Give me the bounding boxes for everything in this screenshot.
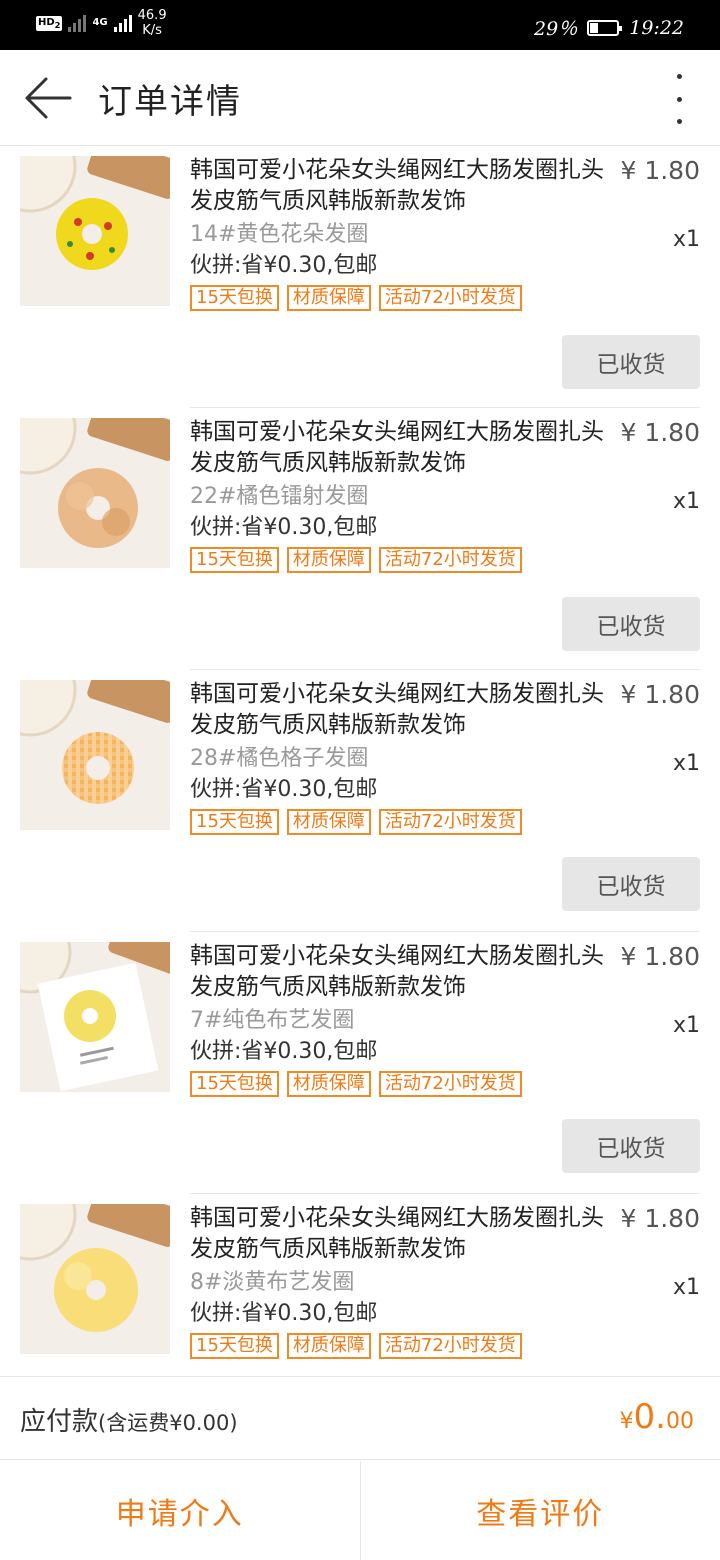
product-title[interactable]: 韩国可爱小花朵女头绳网红大肠发圈扎头发皮筋气质风韩版新款发饰 <box>190 155 622 217</box>
network-speed: 46.9 K/s <box>138 8 167 38</box>
service-tags: 15天包换 材质保障 活动72小时发货 <box>190 1333 700 1359</box>
group-deal-info: 伙拼:省¥0.30,包邮 <box>190 1039 378 1064</box>
hd-label: HD <box>38 16 55 28</box>
shipping-note: (含运费¥0.00) <box>98 1411 238 1435</box>
app-header: 订单详情 <box>0 50 720 146</box>
product-thumbnail[interactable] <box>20 418 170 568</box>
item-divider <box>190 669 700 670</box>
received-button[interactable]: 已收货 <box>562 335 700 389</box>
service-tag: 活动72小时发货 <box>378 1071 522 1097</box>
battery-percent: 29％ <box>534 18 578 40</box>
service-tag: 活动72小时发货 <box>378 1333 522 1359</box>
product-quantity: x1 <box>672 227 700 252</box>
group-deal-info: 伙拼:省¥0.30,包邮 <box>190 515 378 540</box>
product-info: 韩国可爱小花朵女头绳网红大肠发圈扎头发皮筋气质风韩版新款发饰 ¥ 1.80 8#… <box>190 1203 700 1359</box>
status-left: HD2 4G 46.9 K/s <box>36 8 167 38</box>
product-variant: 14#黄色花朵发圈 <box>190 222 369 247</box>
group-deal-info: 伙拼:省¥0.30,包邮 <box>190 777 378 802</box>
product-quantity: x1 <box>672 1275 700 1300</box>
orange-plaid-scrunchie-photo-icon <box>20 680 170 830</box>
service-tag: 15天包换 <box>190 1071 279 1097</box>
bottom-action-bar: 申请介入 查看评价 <box>0 1461 720 1560</box>
product-thumbnail[interactable] <box>20 1204 170 1354</box>
service-tag: 材质保障 <box>286 285 371 311</box>
item-divider <box>190 1193 700 1194</box>
product-title[interactable]: 韩国可爱小花朵女头绳网红大肠发圈扎头发皮筋气质风韩版新款发饰 <box>190 679 622 741</box>
received-button[interactable]: 已收货 <box>562 597 700 651</box>
signal-icon-2 <box>113 14 132 32</box>
service-tag: 材质保障 <box>286 547 371 573</box>
service-tags: 15天包换 材质保障 活动72小时发货 <box>190 1071 700 1097</box>
more-options-icon[interactable] <box>674 74 684 124</box>
received-button[interactable]: 已收货 <box>562 1119 700 1173</box>
hd-badge: HD2 <box>36 15 63 31</box>
payment-label: 应付款(含运费¥0.00) <box>20 1401 238 1438</box>
service-tags: 15天包换 材质保障 活动72小时发货 <box>190 285 700 311</box>
product-title[interactable]: 韩国可爱小花朵女头绳网红大肠发圈扎头发皮筋气质风韩版新款发饰 <box>190 941 622 1003</box>
payment-total: ¥0.00 <box>620 1397 694 1437</box>
status-right: 29％ 19:22 <box>534 14 684 41</box>
group-deal-info: 伙拼:省¥0.30,包邮 <box>190 253 378 278</box>
status-bar: HD2 4G 46.9 K/s 29％ 19:22 <box>0 0 720 50</box>
product-info: 韩国可爱小花朵女头绳网红大肠发圈扎头发皮筋气质风韩版新款发饰 ¥ 1.80 7#… <box>190 941 700 1097</box>
service-tag: 材质保障 <box>286 1333 371 1359</box>
clock: 19:22 <box>629 16 684 39</box>
item-divider <box>190 931 700 932</box>
signal-icon-1 <box>68 14 87 32</box>
received-button[interactable]: 已收货 <box>562 857 700 911</box>
group-deal-info: 伙拼:省¥0.30,包邮 <box>190 1301 378 1326</box>
product-info: 韩国可爱小花朵女头绳网红大肠发圈扎头发皮筋气质风韩版新款发饰 ¥ 1.80 14… <box>190 155 700 311</box>
product-price: ¥ 1.80 <box>620 1204 700 1233</box>
page-title: 订单详情 <box>98 82 242 122</box>
service-tag: 15天包换 <box>190 1333 279 1359</box>
light-yellow-scrunchie-photo-icon <box>20 1204 170 1354</box>
service-tag: 活动72小时发货 <box>378 285 522 311</box>
item-divider <box>190 407 700 408</box>
product-variant: 28#橘色格子发圈 <box>190 746 369 771</box>
service-tag: 15天包换 <box>190 547 279 573</box>
service-tag: 15天包换 <box>190 285 279 311</box>
product-price: ¥ 1.80 <box>620 418 700 447</box>
service-tag: 15天包换 <box>190 809 279 835</box>
product-variant: 8#淡黄布艺发圈 <box>190 1270 355 1295</box>
service-tag: 活动72小时发货 <box>378 547 522 573</box>
product-title[interactable]: 韩国可爱小花朵女头绳网红大肠发圈扎头发皮筋气质风韩版新款发饰 <box>190 417 622 479</box>
product-thumbnail[interactable] <box>20 942 170 1092</box>
apply-intervention-button[interactable]: 申请介入 <box>0 1461 360 1560</box>
yellow-fabric-scrunchie-photo-icon <box>20 942 170 1092</box>
speed-unit: K/s <box>142 23 162 38</box>
yellow-flower-scrunchie-photo-icon <box>20 156 170 306</box>
total-decimal: 00 <box>666 1409 694 1434</box>
payment-label-text: 应付款 <box>20 1407 99 1437</box>
battery-icon <box>587 19 623 36</box>
orange-laser-scrunchie-photo-icon <box>20 418 170 568</box>
product-variant: 7#纯色布艺发圈 <box>190 1008 355 1033</box>
product-price: ¥ 1.80 <box>620 680 700 709</box>
speed-value: 46.9 <box>137 8 167 23</box>
total-integer: 0. <box>633 1397 666 1437</box>
view-review-button[interactable]: 查看评价 <box>359 1461 720 1560</box>
product-thumbnail[interactable] <box>20 680 170 830</box>
service-tag: 材质保障 <box>286 809 371 835</box>
payment-summary: 应付款(含运费¥0.00) ¥0.00 <box>0 1376 720 1460</box>
product-info: 韩国可爱小花朵女头绳网红大肠发圈扎头发皮筋气质风韩版新款发饰 ¥ 1.80 28… <box>190 679 700 835</box>
order-item-list[interactable]: 韩国可爱小花朵女头绳网红大肠发圈扎头发皮筋气质风韩版新款发饰 ¥ 1.80 14… <box>0 147 720 1375</box>
service-tag: 材质保障 <box>286 1071 371 1097</box>
product-quantity: x1 <box>672 489 700 514</box>
product-thumbnail[interactable] <box>20 156 170 306</box>
service-tag: 活动72小时发货 <box>378 809 522 835</box>
product-info: 韩国可爱小花朵女头绳网红大肠发圈扎头发皮筋气质风韩版新款发饰 ¥ 1.80 22… <box>190 417 700 573</box>
product-price: ¥ 1.80 <box>620 156 700 185</box>
service-tags: 15天包换 材质保障 活动72小时发货 <box>190 809 700 835</box>
hd-sub: 2 <box>54 19 61 30</box>
service-tags: 15天包换 材质保障 活动72小时发货 <box>190 547 700 573</box>
product-title[interactable]: 韩国可爱小花朵女头绳网红大肠发圈扎头发皮筋气质风韩版新款发饰 <box>190 1203 622 1265</box>
product-price: ¥ 1.80 <box>620 942 700 971</box>
product-variant: 22#橘色镭射发圈 <box>190 484 369 509</box>
total-currency: ¥ <box>619 1409 634 1434</box>
network-type: 4G <box>92 17 108 28</box>
back-arrow-icon[interactable] <box>24 76 72 120</box>
product-quantity: x1 <box>672 1013 700 1038</box>
product-quantity: x1 <box>672 751 700 776</box>
